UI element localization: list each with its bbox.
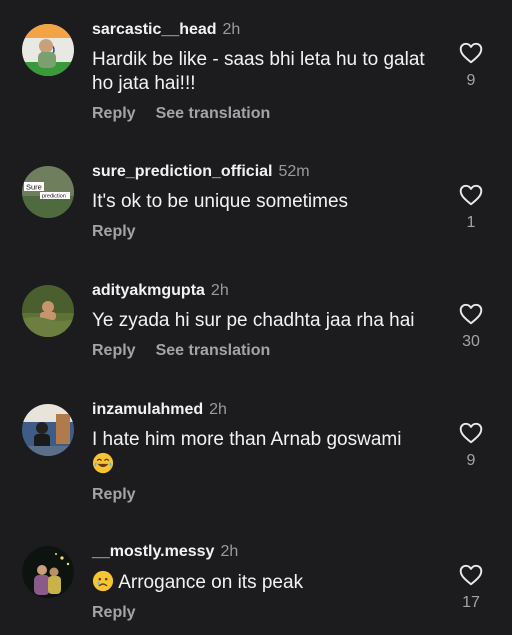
comment-text-content: Arrogance on its peak — [118, 572, 304, 593]
username[interactable]: sarcastic__head — [92, 21, 217, 38]
crying-face-emoji — [92, 570, 114, 592]
see-translation-button[interactable]: See translation — [156, 105, 271, 122]
heart-icon[interactable] — [456, 40, 486, 66]
avatar-label: prediction — [42, 194, 66, 200]
like-count: 9 — [466, 452, 476, 469]
comment-time: 52m — [278, 163, 310, 180]
like-count: 1 — [466, 214, 476, 231]
username[interactable]: sure_prediction_official — [92, 163, 273, 180]
comment-time: 2h — [210, 282, 229, 299]
heart-icon[interactable] — [456, 420, 486, 446]
username[interactable]: inzamulahmed — [92, 401, 203, 418]
avatar[interactable] — [22, 285, 74, 337]
like-count: 17 — [462, 594, 480, 611]
avatar[interactable] — [22, 546, 74, 598]
avatar[interactable] — [22, 404, 74, 456]
reply-button[interactable]: Reply — [92, 342, 136, 359]
comment-text: Ye zyada hi sur pe chadhta jaa rha hai — [92, 310, 415, 331]
reply-button[interactable]: Reply — [92, 486, 136, 503]
reply-button[interactable]: Reply — [92, 604, 136, 621]
username[interactable]: __mostly.messy — [92, 543, 214, 560]
heart-icon[interactable] — [456, 301, 486, 327]
heart-icon[interactable] — [456, 182, 486, 208]
comment-text-content: I hate him more than Arnab goswami — [92, 429, 402, 450]
reply-button[interactable]: Reply — [92, 105, 136, 122]
like-count: 9 — [466, 72, 476, 89]
comment-text: I hate him more than Arnab goswami — [92, 428, 442, 477]
see-translation-button[interactable]: See translation — [156, 342, 271, 359]
comment-text: Hardik be like - saas bhi leta hu to gal… — [92, 49, 425, 94]
comment-time: 2h — [222, 21, 241, 38]
comment-time: 2h — [220, 543, 239, 560]
comment-text: Arrogance on its peak — [92, 570, 442, 595]
like-count: 30 — [462, 333, 480, 350]
username[interactable]: adityakmgupta — [92, 282, 205, 299]
avatar[interactable] — [22, 24, 74, 76]
laughing-tears-emoji — [92, 452, 114, 474]
reply-button[interactable]: Reply — [92, 223, 136, 240]
avatar-label: Sure — [26, 183, 42, 192]
avatar[interactable]: Sure prediction — [22, 166, 74, 218]
comment-text: It's ok to be unique sometimes — [92, 191, 349, 212]
heart-icon[interactable] — [456, 562, 486, 588]
comment-time: 2h — [209, 401, 227, 418]
